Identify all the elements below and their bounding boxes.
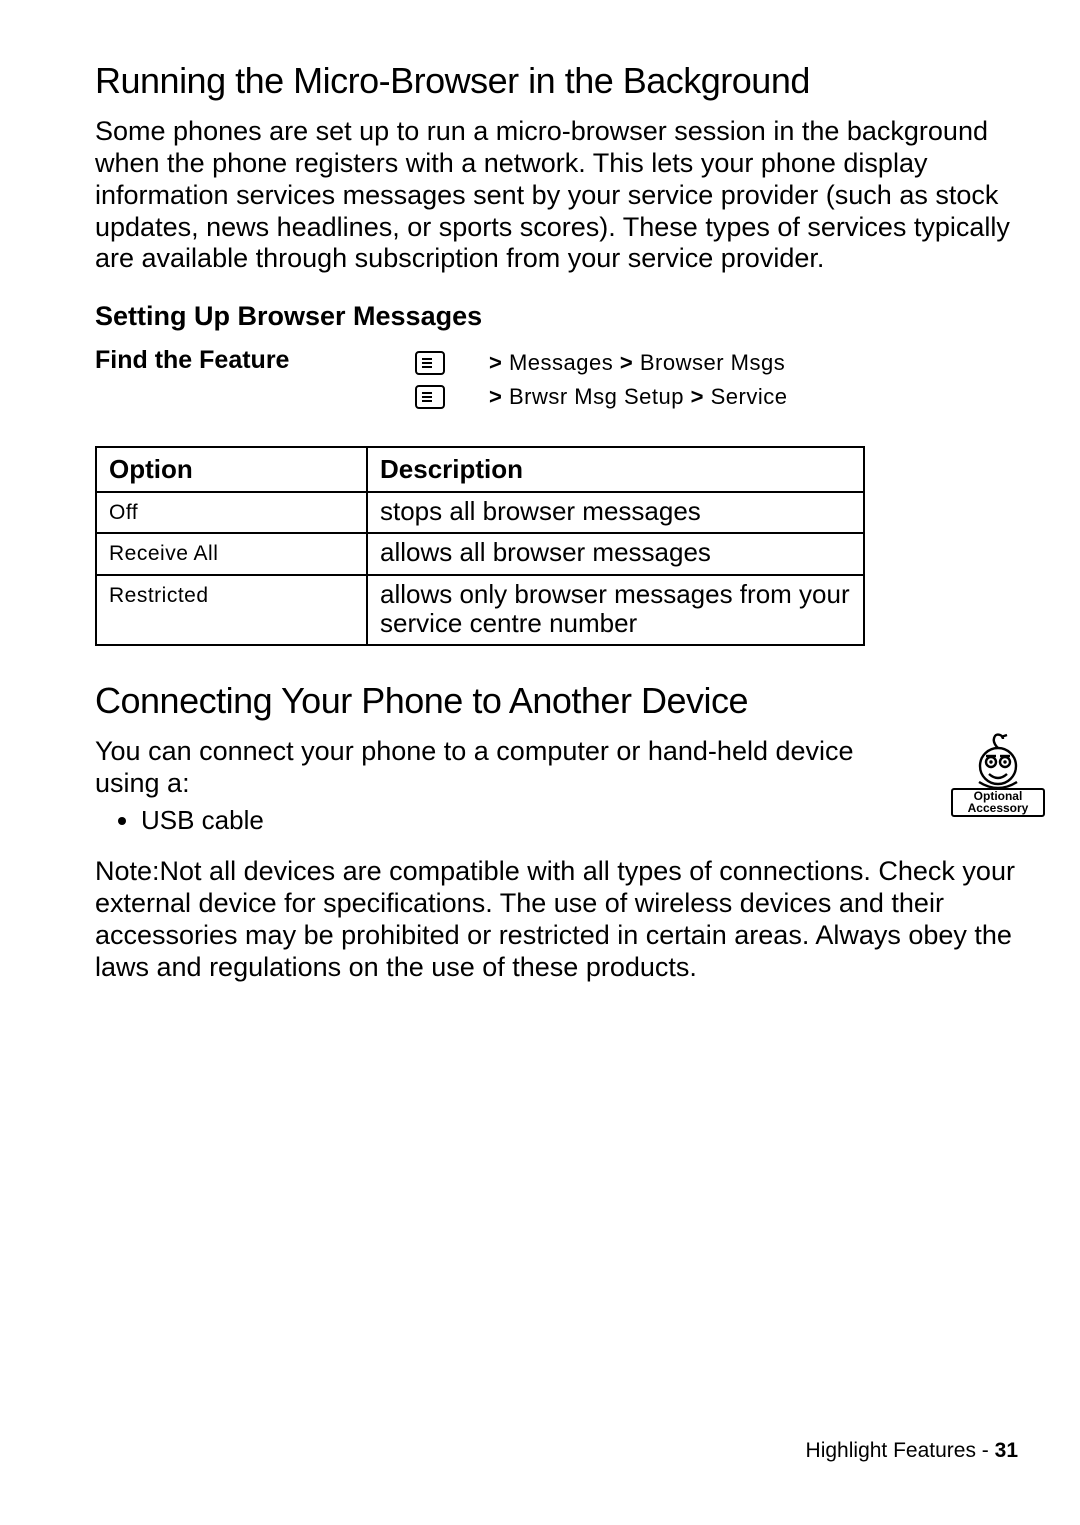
path-segment: Service [711, 384, 788, 409]
path-segment: Brwsr Msg Setup [509, 384, 684, 409]
chevron: > [489, 350, 502, 375]
path-segment: Browser Msgs [640, 350, 785, 375]
table-row: Off stops all browser messages [96, 492, 864, 533]
menu-icon [415, 351, 445, 375]
table-cell-description: stops all browser messages [367, 492, 864, 533]
table-cell-description: allows all browser messages [367, 533, 864, 574]
menu-path-1: > Messages > Browser Msgs [415, 346, 1025, 380]
page-number: 31 [995, 1439, 1018, 1462]
chevron: > [691, 384, 704, 409]
chevron: > [489, 384, 502, 409]
chevron: > [620, 350, 633, 375]
list-item: USB cable [141, 805, 1025, 836]
section-lead-connect: You can connect your phone to a computer… [95, 736, 1025, 800]
table-row: Receive All allows all browser messages [96, 533, 864, 574]
section-heading-connect: Connecting Your Phone to Another Device [95, 680, 1025, 722]
connection-types-list: USB cable [95, 805, 1025, 836]
section-heading-browser: Running the Micro-Browser in the Backgro… [95, 60, 1025, 102]
page-footer: Highlight Features - 31 [806, 1439, 1018, 1463]
accessory-label-line2: Accessory [955, 802, 1041, 815]
table-row: Restricted allows only browser messages … [96, 575, 864, 645]
table-cell-option: Receive All [96, 533, 367, 574]
path-segment: Messages [509, 350, 613, 375]
section-body-browser: Some phones are set up to run a micro-br… [95, 116, 1025, 275]
subsection-heading-setup: Setting Up Browser Messages [95, 301, 1025, 332]
table-header-option: Option [96, 447, 367, 492]
section-note-connect: Note:Not all devices are compatible with… [95, 856, 1025, 983]
table-cell-option: Restricted [96, 575, 367, 645]
table-cell-description: allows only browser messages from your s… [367, 575, 864, 645]
footer-text: Highlight Features - [806, 1439, 995, 1462]
optional-accessory-icon: Optional Accessory [951, 732, 1045, 817]
options-table: Option Description Off stops all browser… [95, 446, 865, 645]
menu-icon [415, 385, 445, 409]
find-the-feature-block: Find the Feature > Messages > Browser Ms… [95, 346, 1025, 414]
find-the-feature-label: Find the Feature [95, 346, 415, 375]
table-cell-option: Off [96, 492, 367, 533]
menu-path-2: > Brwsr Msg Setup > Service [415, 380, 1025, 414]
table-header-description: Description [367, 447, 864, 492]
